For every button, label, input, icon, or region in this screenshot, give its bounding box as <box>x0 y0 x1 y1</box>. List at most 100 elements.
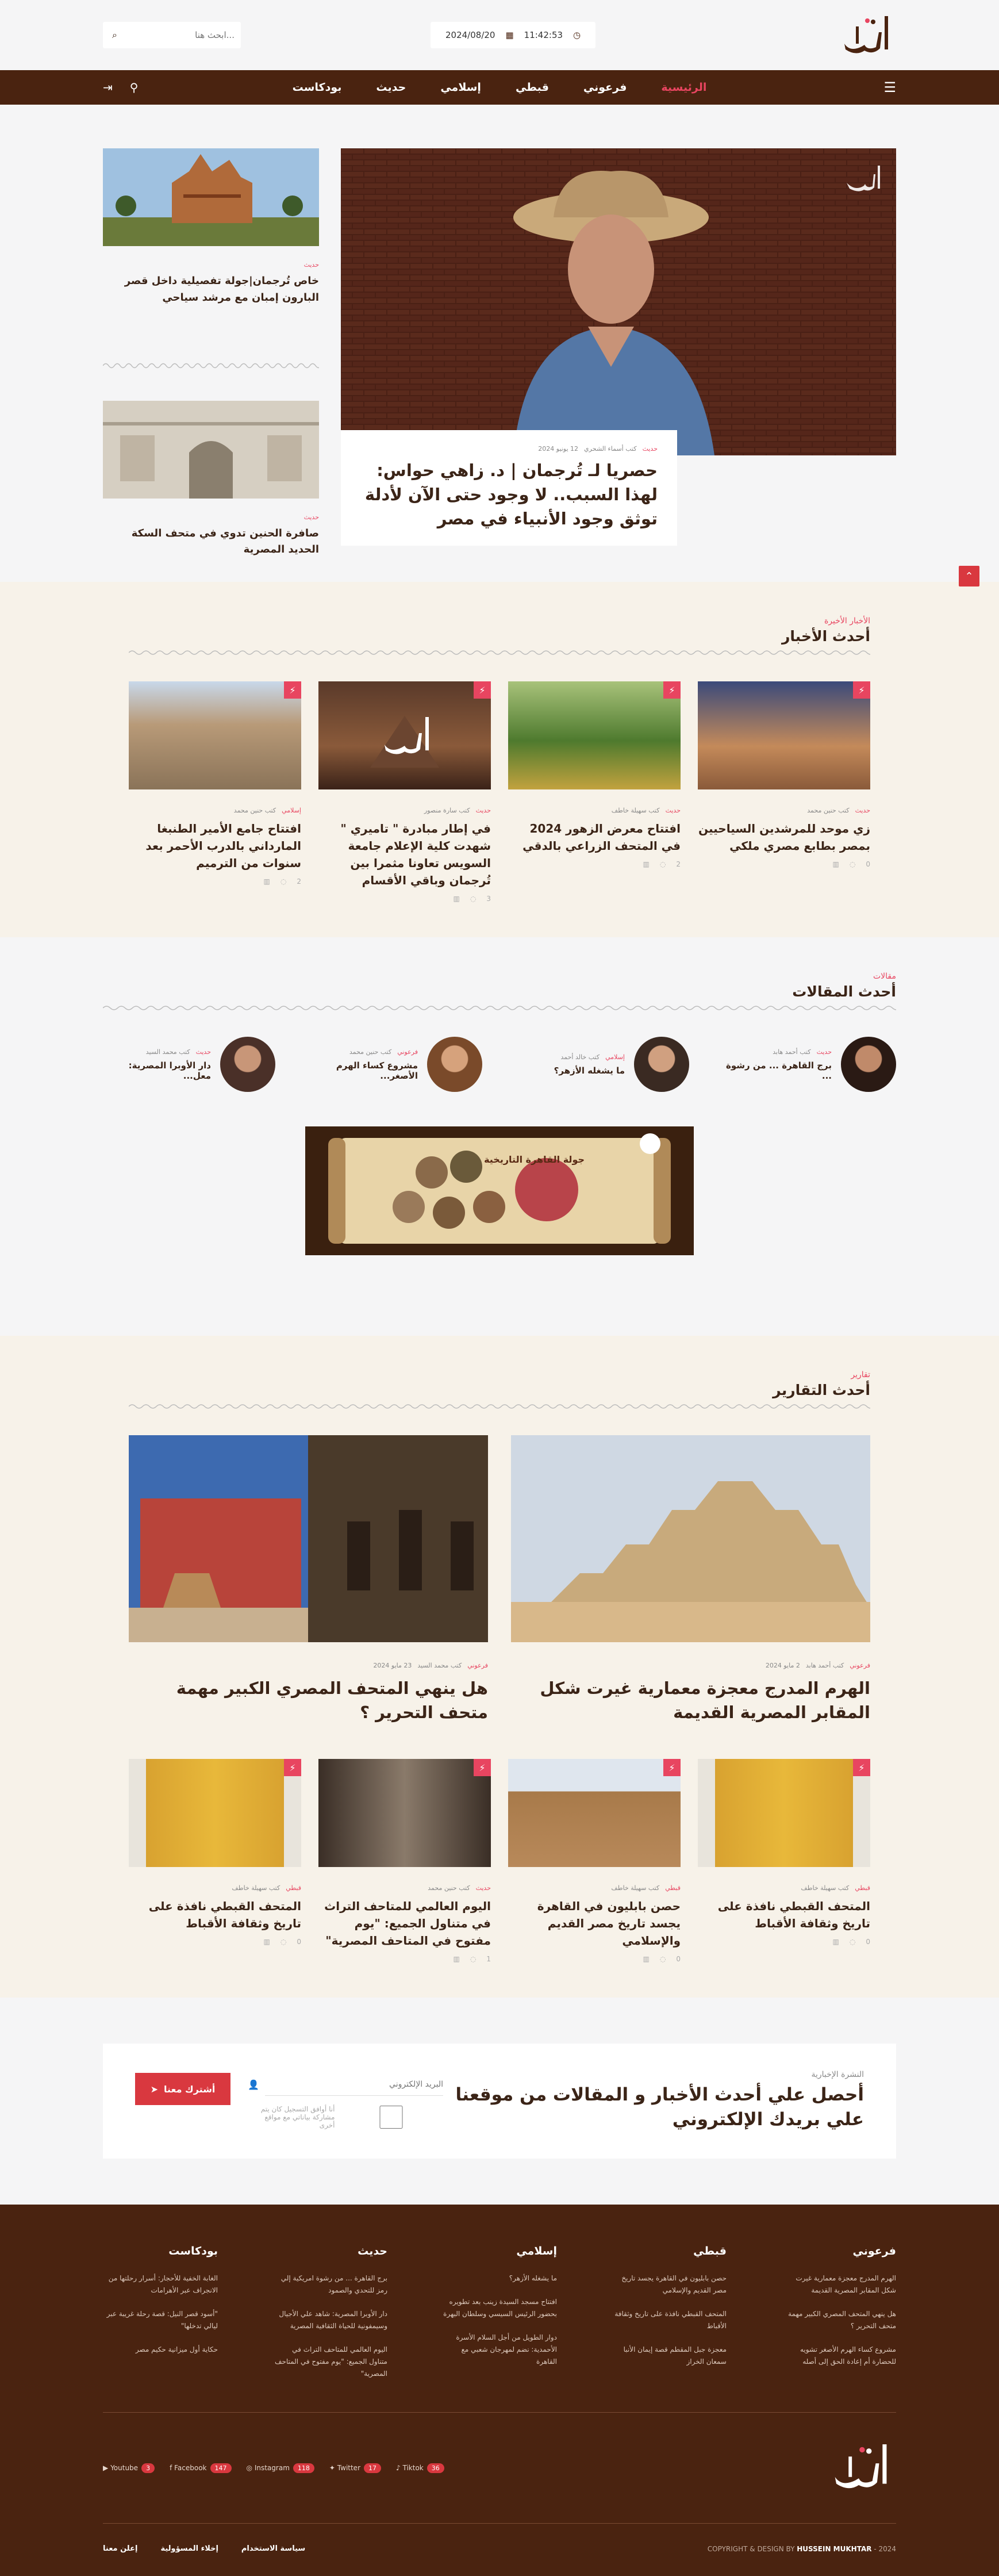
search-input[interactable] <box>122 30 235 40</box>
news-card-image[interactable]: ⚡ <box>698 681 870 789</box>
article-author[interactable]: كتب محمد السيد <box>146 1048 190 1056</box>
consent-checkbox-input[interactable] <box>339 2106 443 2129</box>
article-category[interactable]: حديث <box>196 1048 211 1056</box>
article-item[interactable]: فرعوني كتب حنين محمد مشروع كساء الهرم ال… <box>310 1037 482 1092</box>
author-avatar[interactable] <box>841 1037 896 1092</box>
report-card-image[interactable]: ⚡ <box>508 1759 681 1868</box>
report-card-title[interactable]: اليوم العالمي للمتاحف التراث في متناول ا… <box>318 1897 491 1949</box>
report-card-author[interactable]: كتب سهيلة خاطف <box>801 1884 849 1892</box>
footer-link[interactable]: "أسود قصر النيل: قصة رحلة غريبة عبر ليال… <box>103 2308 218 2332</box>
news-card-category[interactable]: حديث <box>855 807 870 814</box>
footer-column-title[interactable]: فرعوني <box>781 2245 896 2257</box>
footer-link[interactable]: برج القاهرة ... من رشوة امريكية إلي رمز … <box>272 2272 387 2297</box>
article-title[interactable]: دار الأوبرا المصرية: معل... <box>103 1060 211 1081</box>
news-card-category[interactable]: حديث <box>476 807 491 814</box>
news-card-category[interactable]: حديث <box>666 807 681 814</box>
report-card-image[interactable]: ⚡ <box>698 1759 870 1868</box>
footer-column-title[interactable]: إسلامي <box>442 2245 557 2257</box>
hero-caption[interactable]: حديث كتب أسماء الشحري 12 يونيو 2024 حصري… <box>341 430 677 546</box>
featured-report-category[interactable]: فرعوني <box>467 1662 488 1669</box>
email-field[interactable] <box>264 2073 443 2096</box>
featured-report[interactable]: فرعوني كتب أحمد هابد 2 مايو 2024 الهرم ا… <box>511 1435 870 1724</box>
social-instagram[interactable]: ◎ Instagram 118 <box>247 2463 314 2474</box>
article-title[interactable]: ما يشغله الأزهر؟ <box>554 1065 625 1076</box>
article-category[interactable]: حديث <box>817 1048 832 1056</box>
footer-column-title[interactable]: بودكاست <box>103 2245 218 2257</box>
footer-column-title[interactable]: قبطي <box>612 2245 727 2257</box>
search-icon[interactable]: ⌕ <box>112 29 117 41</box>
side-story-category[interactable]: حديث <box>103 513 319 521</box>
article-author[interactable]: كتب حنين محمد <box>349 1048 391 1056</box>
social-twitter[interactable]: ✦ Twitter 17 <box>329 2463 381 2474</box>
hero-title[interactable]: حصريا لـ تُرجمان | د. زاهي حواس: لهذا ال… <box>360 458 658 531</box>
footer-logo[interactable] <box>821 2435 896 2501</box>
social-tiktok[interactable]: ♪ Tiktok 36 <box>396 2463 444 2474</box>
news-card-author[interactable]: كتب حنين محمد <box>234 807 276 814</box>
report-card[interactable]: ⚡ حديث كتب حنين محمد اليوم العالمي للمتا… <box>318 1759 491 1963</box>
article-author[interactable]: كتب خالد أحمد <box>560 1053 600 1061</box>
ad-banner[interactable]: جولة القاهرة التاريخية <box>305 1126 694 1255</box>
featured-report-author[interactable]: كتب أحمد هابد <box>806 1662 844 1669</box>
featured-report-image[interactable] <box>129 1435 488 1642</box>
report-card-category[interactable]: حديث <box>476 1884 491 1892</box>
featured-report-category[interactable]: فرعوني <box>850 1662 870 1669</box>
footer-link-disclaimer[interactable]: إخلاء المسؤولية <box>160 2544 218 2553</box>
footer-link[interactable]: هل ينهي المتحف المصري الكبير مهمة متحف ا… <box>781 2308 896 2332</box>
footer-link[interactable]: الغابة الخفية للأحجار: أسرار رحلتها من ا… <box>103 2272 218 2297</box>
nav-item-islamic[interactable]: إسلامي <box>440 81 481 94</box>
footer-link-advertise[interactable]: إعلن معنا <box>103 2544 137 2553</box>
news-card-author[interactable]: كتب سهيلة خاطف <box>612 807 660 814</box>
side-story-image[interactable] <box>103 148 319 246</box>
article-category[interactable]: إسلامي <box>605 1053 625 1061</box>
news-card-category[interactable]: إسلامي <box>282 807 301 814</box>
report-card-author[interactable]: كتب حنين محمد <box>428 1884 470 1892</box>
report-card-title[interactable]: المتحف القبطي نافذة على تاريخ وثقافة الأ… <box>698 1897 870 1932</box>
news-card-title[interactable]: افتتاح جامع الأمير الطنبغا المارداني بال… <box>129 820 301 872</box>
nav-item-modern[interactable]: حديث <box>376 81 406 94</box>
search-box[interactable]: ⌕ <box>103 22 241 48</box>
footer-link[interactable]: افتتاح مسجد السيدة زينب بعد تطويره بحضور… <box>442 2296 557 2320</box>
news-card-author[interactable]: كتب سارة منصور <box>424 807 470 814</box>
report-card-author[interactable]: كتب سهيلة خاطف <box>232 1884 280 1892</box>
footer-link[interactable]: دار الأوبرا المصرية: شاهد علي الأجيال وس… <box>272 2308 387 2332</box>
article-category[interactable]: فرعوني <box>397 1048 418 1056</box>
nav-item-home[interactable]: الرئيسية <box>661 81 706 94</box>
report-card[interactable]: ⚡ قبطي كتب سهيلة خاطف المتحف القبطي نافذ… <box>698 1759 870 1963</box>
news-card[interactable]: ⚡ إسلامي كتب حنين محمد افتتاح جامع الأمي… <box>129 681 301 903</box>
report-card-title[interactable]: حصن بابليون في القاهرة يجسد تاريخ مصر ال… <box>508 1897 681 1949</box>
nav-item-pharaonic[interactable]: فرعوني <box>583 81 627 94</box>
footer-link[interactable]: حكاية أول ميزانية حكيم مصر <box>103 2344 218 2356</box>
article-title[interactable]: برج القاهرة ... من رشوة ... <box>724 1060 832 1081</box>
side-story[interactable]: حديث خاص تُرجمان|جولة تفصيلية داخل قصر ا… <box>103 148 319 306</box>
hero-image[interactable] <box>341 148 896 455</box>
report-card-image[interactable]: ⚡ <box>318 1759 491 1868</box>
social-youtube[interactable]: ▶ Youtube 3 <box>103 2463 155 2474</box>
hero-category[interactable]: حديث <box>643 445 658 453</box>
featured-report-title[interactable]: الهرم المدرج معجزة معمارية غيرت شكل المق… <box>511 1676 870 1724</box>
report-card-image[interactable]: ⚡ <box>129 1759 301 1868</box>
footer-link[interactable]: معجزة جبل المقطم قصة إيمان الأنبا سمعان … <box>612 2344 727 2368</box>
footer-link[interactable]: دوار الطويل من أجل السلام الأسرة الأحمدي… <box>442 2332 557 2368</box>
footer-column-title[interactable]: حديث <box>272 2245 387 2257</box>
footer-link[interactable]: مشروع كساء الهرم الأصغر تشويه للحضارة أم… <box>781 2344 896 2368</box>
consent-checkbox[interactable]: أنا أوافق التسجيل كان يتم مشاركة بياناتي… <box>248 2105 443 2129</box>
featured-report-author[interactable]: كتب محمد السيد <box>417 1662 462 1669</box>
report-card-author[interactable]: كتب سهيلة خاطف <box>611 1884 659 1892</box>
footer-link[interactable]: الهرم المدرج معجزة معمارية غيرت شكل المق… <box>781 2272 896 2297</box>
news-card[interactable]: ⚡ حديث كتب سهيلة خاطف افتتاح معرض الزهور… <box>508 681 681 903</box>
article-author[interactable]: كتب أحمد هابد <box>773 1048 810 1056</box>
report-card-title[interactable]: المتحف القبطي نافذة على تاريخ وثقافة الأ… <box>129 1897 301 1932</box>
article-item[interactable]: إسلامي كتب خالد أحمد ما يشغله الأزهر؟ <box>517 1037 689 1092</box>
article-item[interactable]: حديث كتب محمد السيد دار الأوبرا المصرية:… <box>103 1037 275 1092</box>
news-card-image[interactable]: ⚡ <box>508 681 681 789</box>
article-item[interactable]: حديث كتب أحمد هابد برج القاهرة ... من رش… <box>724 1037 896 1092</box>
report-card-category[interactable]: قبطي <box>286 1884 301 1892</box>
footer-link[interactable]: المتحف القبطي نافذة على تاريخ وثقافة الأ… <box>612 2308 727 2332</box>
report-card-category[interactable]: قبطي <box>855 1884 870 1892</box>
nav-item-podcast[interactable]: بودكاست <box>293 81 342 94</box>
article-title[interactable]: مشروع كساء الهرم الأصغر... <box>310 1060 418 1081</box>
author-avatar[interactable] <box>220 1037 275 1092</box>
author-avatar[interactable] <box>427 1037 482 1092</box>
social-facebook[interactable]: f Facebook 147 <box>170 2463 232 2474</box>
side-story-category[interactable]: حديث <box>103 261 319 269</box>
